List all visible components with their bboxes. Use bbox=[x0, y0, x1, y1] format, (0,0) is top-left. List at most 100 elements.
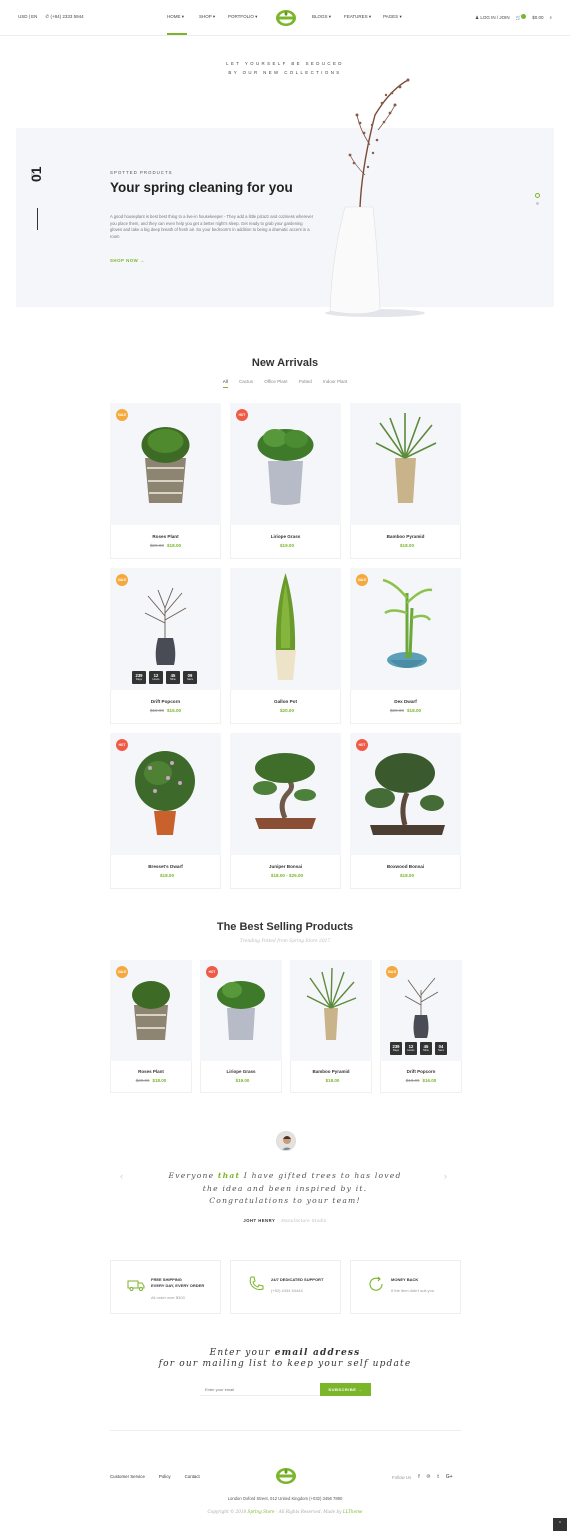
sale-badge: SALE bbox=[386, 966, 398, 978]
current-price: $16.00 bbox=[422, 1078, 437, 1083]
current-price: $19.00 bbox=[279, 543, 295, 548]
refresh-money-icon bbox=[369, 1276, 383, 1291]
twitter-icon[interactable]: t bbox=[437, 1474, 438, 1480]
filter-potted[interactable]: Potted bbox=[299, 379, 312, 384]
back-to-top-button[interactable]: ⌃ bbox=[553, 1518, 567, 1531]
product-image[interactable]: HOT bbox=[350, 733, 461, 855]
product-card[interactable]: SALE 239 Days 12 Hours 45 Mins 09 Secs Drift… bbox=[110, 568, 221, 724]
product-card[interactable]: SALE 239 Days 12 Hours 45 Mins 04 Secs Drift… bbox=[380, 960, 462, 1093]
product-card[interactable]: SALE Dex Dwarf $20.00 $18.00 bbox=[350, 568, 461, 724]
header-left: USD | EN ✆ (+84) 2333 5944 bbox=[18, 14, 84, 20]
pinterest-icon[interactable]: ℗ bbox=[427, 1474, 431, 1480]
copyright-start: Copyright © 2018 bbox=[207, 1509, 248, 1514]
footer-logo-icon[interactable] bbox=[274, 1466, 298, 1486]
filter-cactus[interactable]: Cactus bbox=[239, 379, 253, 384]
product-image[interactable] bbox=[350, 403, 461, 525]
feature-title: 24/7 DEDICATED SUPPORT bbox=[271, 1277, 324, 1282]
product-name[interactable]: Liriope Grass bbox=[231, 525, 340, 539]
facebook-icon[interactable]: f bbox=[418, 1474, 419, 1480]
product-name[interactable]: Bresset's Dwarf bbox=[111, 855, 220, 869]
footer-links: Customer Service Policy Contact bbox=[110, 1474, 200, 1479]
product-name[interactable]: Bamboo Pyramid bbox=[291, 1061, 371, 1074]
product-image[interactable]: SALE bbox=[110, 960, 192, 1061]
currency-language-selector[interactable]: USD | EN bbox=[18, 14, 37, 20]
nav-shop[interactable]: SHOP ▾ bbox=[199, 14, 215, 20]
current-price: $18.00 bbox=[407, 708, 422, 713]
product-price: $18.00 bbox=[351, 873, 460, 878]
product-image[interactable]: HOT bbox=[200, 960, 282, 1061]
footer-link-policy[interactable]: Policy bbox=[159, 1474, 171, 1479]
testimonial-next-arrow[interactable]: › bbox=[444, 1171, 447, 1181]
product-image[interactable]: HOT bbox=[110, 733, 221, 855]
feature-subtext: (+52) 4334 54444 bbox=[271, 1288, 303, 1293]
product-card[interactable]: HOT Liriope Grass $19.00 bbox=[230, 403, 341, 559]
copyright-author[interactable]: LLTheme bbox=[343, 1509, 363, 1514]
product-image[interactable] bbox=[290, 960, 372, 1061]
feature-subtext: All order over $300 bbox=[151, 1295, 185, 1300]
testimonial-quote: Everyone that I have gifted trees to has… bbox=[165, 1170, 405, 1208]
product-name[interactable]: Dex Dwarf bbox=[351, 690, 460, 704]
shop-now-link[interactable]: SHOP NOW → bbox=[110, 258, 145, 263]
product-image[interactable]: SALE 239 Days 12 Hours 45 Mins 04 Secs bbox=[380, 960, 462, 1061]
nav-home-label: HOME bbox=[167, 14, 181, 19]
footer-link-contact[interactable]: Contact bbox=[185, 1474, 200, 1479]
product-name[interactable]: Roses Plant bbox=[111, 525, 220, 539]
best-selling-title: The Best Selling Products bbox=[216, 921, 354, 933]
slider-dot[interactable] bbox=[536, 202, 539, 205]
product-name[interactable]: Boxwood Bonsai bbox=[351, 855, 460, 869]
nav-portfolio[interactable]: PORTFOLIO ▾ bbox=[228, 14, 257, 20]
login-link[interactable]: ♟ LOG IN / JOIN bbox=[475, 15, 510, 21]
author-name: JOHT HENRY bbox=[243, 1218, 276, 1223]
subscribe-button[interactable]: SUBSCRIBE → bbox=[320, 1383, 371, 1396]
current-price: $18.00 bbox=[152, 1078, 167, 1083]
filter-office-plant[interactable]: Office Plant bbox=[264, 379, 287, 384]
product-card[interactable]: SALE Roses Plant $20.00 $18.00 bbox=[110, 403, 221, 559]
product-image[interactable]: SALE bbox=[350, 568, 461, 690]
product-card[interactable]: Bamboo Pyramid $18.00 bbox=[290, 960, 372, 1093]
bamboo-pyramid-image bbox=[375, 413, 437, 503]
product-card[interactable]: HOT Bresset's Dwarf $18.00 bbox=[110, 733, 221, 889]
filter-indoor-plant[interactable]: Indoor Plant bbox=[323, 379, 347, 384]
truck-icon bbox=[127, 1280, 145, 1291]
product-card[interactable]: Gallon Pot $20.00 bbox=[230, 568, 341, 724]
nav-pages[interactable]: PAGES ▾ bbox=[383, 14, 402, 20]
product-card[interactable]: HOT Boxwood Bonsai $18.00 bbox=[350, 733, 461, 889]
product-card[interactable]: Juniper Bonsai $18.00 - $25.00 bbox=[230, 733, 341, 889]
product-image[interactable] bbox=[230, 733, 341, 855]
google-plus-icon[interactable]: G+ bbox=[446, 1474, 453, 1480]
product-name[interactable]: Bamboo Pyramid bbox=[351, 525, 460, 539]
current-price: $20.00 bbox=[279, 708, 295, 713]
product-name[interactable]: Drift Popcorn bbox=[381, 1061, 461, 1074]
nav-blogs[interactable]: BLOGS ▾ bbox=[312, 14, 331, 20]
copyright-brand[interactable]: Spring Store bbox=[247, 1509, 274, 1514]
vase-branch-image bbox=[325, 78, 425, 317]
cart-icon[interactable]: 🛒 bbox=[516, 14, 527, 21]
search-icon[interactable]: ⌕ bbox=[549, 15, 552, 20]
product-image[interactable] bbox=[230, 568, 341, 690]
product-price: $18.00 bbox=[291, 1078, 371, 1083]
countdown-days-unit: Days bbox=[393, 1049, 399, 1052]
product-name[interactable]: Drift Popcorn bbox=[111, 690, 220, 704]
product-card[interactable]: Bamboo Pyramid $18.00 bbox=[350, 403, 461, 559]
product-name[interactable]: Roses Plant bbox=[111, 1061, 191, 1074]
email-field[interactable] bbox=[200, 1384, 320, 1396]
filter-all[interactable]: All bbox=[222, 379, 228, 388]
product-name[interactable]: Liriope Grass bbox=[201, 1061, 281, 1074]
nav-features[interactable]: FEATURES ▾ bbox=[344, 14, 371, 20]
nav-home[interactable]: HOME ▾ bbox=[167, 14, 184, 20]
product-price: $20.00 $18.00 bbox=[351, 708, 460, 713]
testimonial-prev-arrow[interactable]: ‹ bbox=[120, 1171, 123, 1181]
logo-icon[interactable] bbox=[274, 8, 298, 28]
slider-dot-active[interactable] bbox=[535, 193, 540, 198]
product-card[interactable]: HOT Liriope Grass $19.00 bbox=[200, 960, 282, 1093]
countdown-mins-unit: Mins bbox=[170, 678, 176, 681]
product-name[interactable]: Gallon Pot bbox=[231, 690, 340, 704]
product-card[interactable]: SALE Roses Plant $20.00 $18.00 bbox=[110, 960, 192, 1093]
product-image[interactable]: HOT bbox=[230, 403, 341, 525]
product-price: $20.00 bbox=[231, 708, 340, 713]
product-image[interactable]: SALE bbox=[110, 403, 221, 525]
product-name[interactable]: Juniper Bonsai bbox=[231, 855, 340, 869]
product-image[interactable]: SALE 239 Days 12 Hours 45 Mins 09 Secs bbox=[110, 568, 221, 690]
footer-link-customer-service[interactable]: Customer Service bbox=[110, 1474, 145, 1479]
boxwood-bonsai-image bbox=[365, 753, 445, 835]
